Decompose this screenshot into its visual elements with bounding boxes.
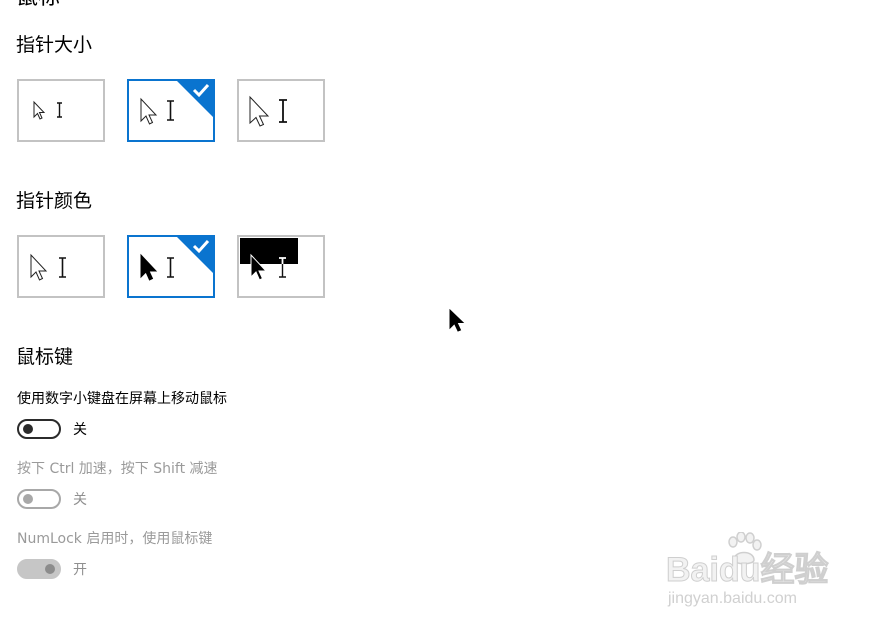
pointer-color-options — [17, 235, 325, 298]
pointer-color-title: 指针颜色 — [16, 190, 93, 212]
watermark-brand: Baidu经验 — [665, 551, 829, 590]
numlock-mouse-keys-setting: 开 — [17, 559, 87, 579]
pointer-size-options — [17, 79, 325, 142]
toggle-knob — [23, 424, 33, 434]
pointer-size-large-option[interactable] — [237, 79, 325, 142]
white-pointer-icon — [30, 253, 66, 281]
numpad-mouse-label: 使用数字小键盘在屏幕上移动鼠标 — [17, 391, 227, 407]
mouse-cursor-icon — [449, 309, 465, 332]
numpad-mouse-toggle[interactable] — [17, 419, 61, 439]
pointer-size-title: 指针大小 — [16, 34, 93, 56]
selected-check-icon — [177, 81, 213, 117]
ctrl-shift-speed-setting: 关 — [17, 489, 87, 509]
pointer-color-black-option[interactable] — [127, 235, 215, 298]
large-pointer-icon — [249, 95, 287, 127]
pointer-color-white-option[interactable] — [17, 235, 105, 298]
pointer-size-medium-option[interactable] — [127, 79, 215, 142]
numlock-mouse-keys-toggle[interactable] — [17, 559, 61, 579]
toggle-knob — [45, 564, 55, 574]
watermark-url: jingyan.baidu.com — [668, 590, 797, 607]
ctrl-shift-speed-state: 关 — [73, 492, 87, 508]
numpad-mouse-setting: 关 — [17, 419, 87, 439]
settings-page: 鼠标 指针大小 指针颜色 — [0, 0, 872, 629]
mouse-keys-title: 鼠标键 — [16, 346, 74, 368]
ctrl-shift-speed-label: 按下 Ctrl 加速，按下 Shift 减速 — [17, 461, 218, 477]
small-pointer-icon — [33, 100, 62, 120]
numpad-mouse-state: 关 — [73, 422, 87, 438]
inverted-pointer-icon — [240, 238, 298, 281]
pointer-color-inverted-option[interactable] — [237, 235, 325, 298]
pointer-size-small-option[interactable] — [17, 79, 105, 142]
toggle-knob — [23, 494, 33, 504]
ctrl-shift-speed-toggle[interactable] — [17, 489, 61, 509]
page-heading: 鼠标 — [16, 0, 60, 10]
numlock-mouse-keys-label: NumLock 启用时，使用鼠标键 — [17, 531, 213, 547]
selected-check-icon — [177, 237, 213, 273]
numlock-mouse-keys-state: 开 — [73, 562, 87, 578]
